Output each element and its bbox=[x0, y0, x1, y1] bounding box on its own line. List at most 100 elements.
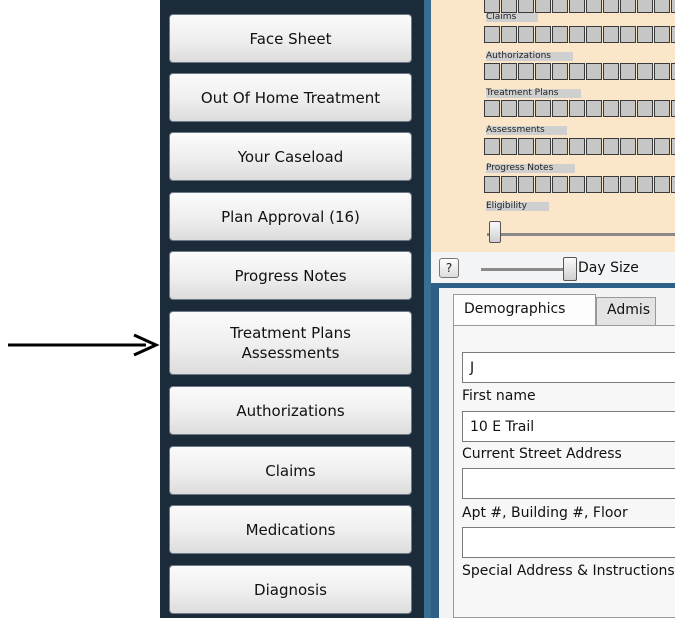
calendar-day-cell[interactable] bbox=[501, 138, 517, 155]
calendar-day-cell[interactable] bbox=[586, 100, 602, 117]
calendar-day-cell[interactable] bbox=[671, 63, 675, 80]
help-label: ? bbox=[445, 261, 453, 275]
calendar-day-cell[interactable] bbox=[654, 63, 670, 80]
calendar-day-cell[interactable] bbox=[518, 63, 534, 80]
calendar-day-cell[interactable] bbox=[569, 176, 585, 193]
treatment-plans-assessments-button[interactable]: Treatment Plans Assessments bbox=[169, 311, 412, 375]
calendar-day-cell[interactable] bbox=[484, 100, 500, 117]
calendar-day-cell[interactable] bbox=[518, 176, 534, 193]
calendar-day-cell[interactable] bbox=[552, 100, 568, 117]
calendar-day-cell[interactable] bbox=[518, 138, 534, 155]
calendar-day-cell[interactable] bbox=[620, 100, 636, 117]
calendar-day-cell[interactable] bbox=[501, 176, 517, 193]
calendar-day-cell[interactable] bbox=[586, 176, 602, 193]
calendar-day-cell[interactable] bbox=[569, 26, 585, 43]
calendar-day-cell[interactable] bbox=[484, 63, 500, 80]
calendar-day-cell[interactable] bbox=[603, 0, 619, 13]
calendar-day-cell[interactable] bbox=[535, 0, 551, 13]
calendar-day-cell[interactable] bbox=[484, 176, 500, 193]
calendar-day-cell[interactable] bbox=[671, 138, 675, 155]
apt-building-input[interactable] bbox=[462, 468, 675, 499]
calendar-day-cell[interactable] bbox=[535, 138, 551, 155]
calendar-day-cell[interactable] bbox=[671, 0, 675, 13]
calendar-day-cell[interactable] bbox=[603, 138, 619, 155]
day-size-slider-track[interactable] bbox=[481, 268, 565, 271]
calendar-day-cell[interactable] bbox=[552, 63, 568, 80]
calendar-day-cell[interactable] bbox=[552, 138, 568, 155]
plan-approval-button[interactable]: Plan Approval (16) bbox=[169, 192, 412, 241]
calendar-day-cell[interactable] bbox=[637, 138, 653, 155]
out-of-home-treatment-button[interactable]: Out Of Home Treatment bbox=[169, 73, 412, 122]
assessments-label: Assessments bbox=[241, 344, 340, 362]
calendar-day-cell[interactable] bbox=[620, 176, 636, 193]
special-address-input[interactable] bbox=[462, 527, 675, 558]
progress-notes-button[interactable]: Progress Notes bbox=[169, 251, 412, 300]
calendar-day-cell[interactable] bbox=[569, 0, 585, 13]
calendar-day-cell[interactable] bbox=[603, 100, 619, 117]
first-name-input[interactable]: J bbox=[462, 352, 675, 383]
calendar-day-cell[interactable] bbox=[535, 100, 551, 117]
special-address-label: Special Address & Instructions bbox=[462, 563, 675, 579]
help-button[interactable]: ? bbox=[439, 258, 459, 278]
calendar-day-cell[interactable] bbox=[654, 0, 670, 13]
calendar-day-cell[interactable] bbox=[671, 26, 675, 43]
calendar-day-cell[interactable] bbox=[501, 100, 517, 117]
calendar-day-cell[interactable] bbox=[637, 0, 653, 13]
main-panel: Claims Authorizations Treatment Plans As… bbox=[431, 0, 675, 618]
calendar-day-cell[interactable] bbox=[654, 138, 670, 155]
calendar-day-cell[interactable] bbox=[620, 0, 636, 13]
calendar-day-cell[interactable] bbox=[518, 26, 534, 43]
your-caseload-button[interactable]: Your Caseload bbox=[169, 132, 412, 181]
calendar-day-cell[interactable] bbox=[586, 63, 602, 80]
face-sheet-button[interactable]: Face Sheet bbox=[169, 14, 412, 63]
calendar-day-cell[interactable] bbox=[552, 0, 568, 13]
authorizations-button[interactable]: Authorizations bbox=[169, 386, 412, 435]
calendar-row-label: Progress Notes bbox=[486, 164, 576, 173]
calendar-day-cell[interactable] bbox=[603, 26, 619, 43]
street-address-input[interactable]: 10 E Trail bbox=[462, 411, 675, 442]
calendar-day-cell[interactable] bbox=[569, 138, 585, 155]
calendar-day-cell[interactable] bbox=[637, 100, 653, 117]
calendar-day-cell[interactable] bbox=[501, 63, 517, 80]
calendar-day-cell[interactable] bbox=[569, 63, 585, 80]
tab-demographics[interactable]: Demographics bbox=[453, 294, 596, 326]
medications-button[interactable]: Medications bbox=[169, 505, 412, 554]
calendar-day-cell[interactable] bbox=[569, 100, 585, 117]
calendar-day-cell[interactable] bbox=[654, 176, 670, 193]
calendar-day-cell[interactable] bbox=[552, 176, 568, 193]
calendar-toolbar: ? Day Size bbox=[431, 252, 675, 282]
calendar-day-cell[interactable] bbox=[620, 63, 636, 80]
timeline-slider-thumb[interactable] bbox=[489, 221, 501, 243]
tab-admissions[interactable]: Admis bbox=[596, 297, 656, 325]
day-size-slider-thumb[interactable] bbox=[563, 257, 577, 281]
calendar-day-cell[interactable] bbox=[603, 176, 619, 193]
calendar-day-cell[interactable] bbox=[637, 176, 653, 193]
calendar-day-cell[interactable] bbox=[535, 26, 551, 43]
calendar-day-cell[interactable] bbox=[654, 100, 670, 117]
calendar-day-cell[interactable] bbox=[552, 26, 568, 43]
calendar-day-cell[interactable] bbox=[671, 176, 675, 193]
claims-button[interactable]: Claims bbox=[169, 446, 412, 495]
first-name-label: First name bbox=[462, 388, 536, 404]
calendar-day-cell[interactable] bbox=[586, 138, 602, 155]
calendar-day-cell[interactable] bbox=[586, 0, 602, 13]
timeline-slider-track[interactable] bbox=[487, 233, 675, 236]
calendar-day-cell[interactable] bbox=[620, 26, 636, 43]
calendar-day-cell[interactable] bbox=[637, 26, 653, 43]
calendar-day-cell[interactable] bbox=[518, 0, 534, 13]
your-caseload-label: Your Caseload bbox=[237, 147, 344, 166]
calendar-day-cell[interactable] bbox=[535, 63, 551, 80]
calendar-day-cell[interactable] bbox=[484, 26, 500, 43]
calendar-day-cell[interactable] bbox=[671, 100, 675, 117]
calendar-day-cell[interactable] bbox=[518, 100, 534, 117]
calendar-day-cell[interactable] bbox=[603, 63, 619, 80]
diagnosis-button[interactable]: Diagnosis bbox=[169, 565, 412, 614]
calendar-day-cell[interactable] bbox=[535, 176, 551, 193]
calendar-day-cell[interactable] bbox=[637, 63, 653, 80]
calendar-day-cell[interactable] bbox=[620, 138, 636, 155]
calendar-day-cell[interactable] bbox=[484, 138, 500, 155]
calendar-day-cell[interactable] bbox=[501, 26, 517, 43]
calendar-day-cell[interactable] bbox=[654, 26, 670, 43]
calendar-day-cell[interactable] bbox=[586, 26, 602, 43]
splitter[interactable] bbox=[424, 0, 431, 618]
